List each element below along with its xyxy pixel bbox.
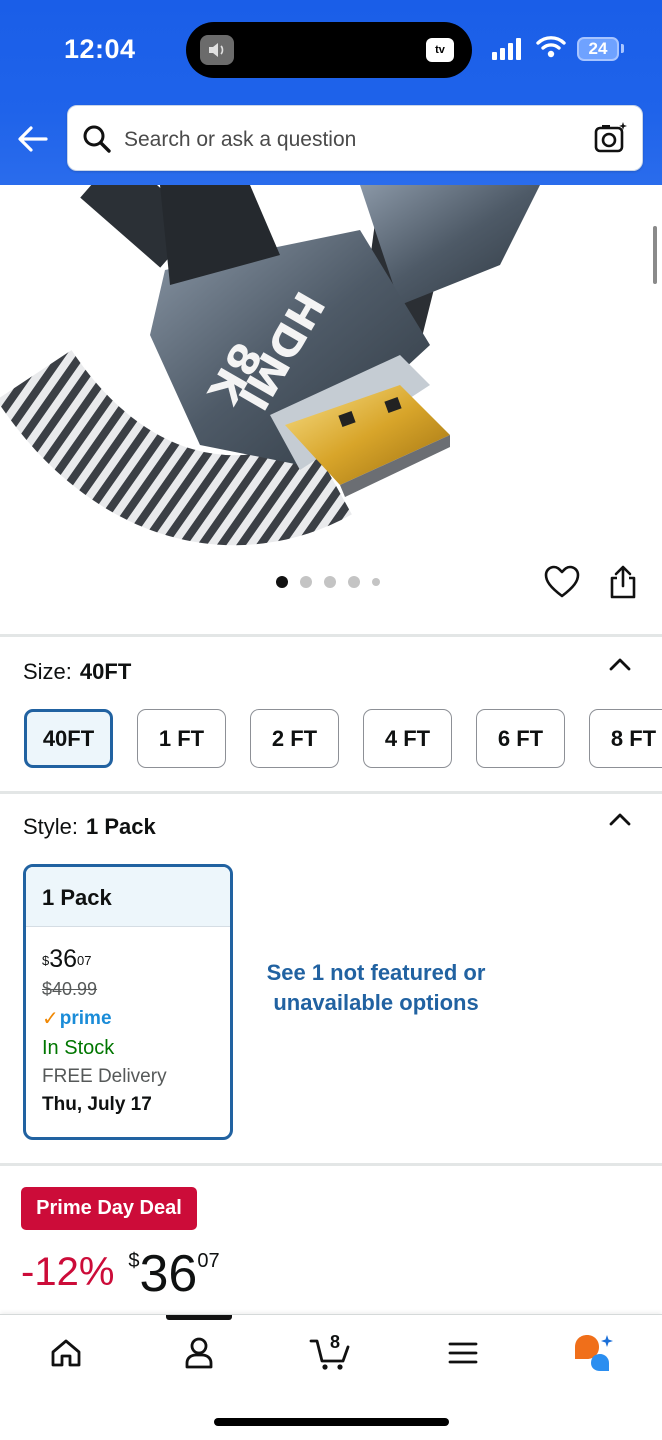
size-option-40ft[interactable]: 40FT (24, 709, 113, 768)
wifi-icon (536, 34, 566, 63)
chevron-up-icon[interactable] (608, 656, 632, 677)
deal-price-currency: $ (128, 1250, 140, 1272)
cellular-signal-icon (492, 38, 521, 60)
arrow-left-icon (18, 126, 48, 152)
speaker-icon (200, 35, 234, 65)
cart-count: 8 (329, 1332, 340, 1352)
size-option-2ft[interactable]: 2 FT (250, 709, 339, 768)
card-price-fraction: 07 (77, 953, 92, 968)
card-was-price: $40.99 (42, 979, 98, 999)
stock-status: In Stock (42, 1037, 115, 1059)
card-price: $3607 (42, 945, 214, 973)
pagination-dot[interactable] (300, 576, 312, 588)
card-price-whole: 36 (49, 945, 78, 973)
image-pagination[interactable] (276, 576, 380, 588)
pagination-dot-active[interactable] (276, 576, 288, 588)
search-bar[interactable]: Search or ask a question (67, 105, 643, 171)
dynamic-island: tv (186, 22, 472, 78)
deal-price-whole: 36 (139, 1245, 198, 1303)
style-label: Style: (23, 814, 79, 839)
product-image[interactable]: HDMI 8K (0, 185, 662, 565)
back-button[interactable] (16, 124, 52, 158)
size-selected-value: 40FT (79, 659, 132, 684)
battery-tip (621, 44, 624, 53)
size-option-4ft[interactable]: 4 FT (363, 709, 452, 768)
delivery-date: Thu, July 17 (42, 1094, 152, 1115)
card-price-currency: $ (42, 953, 50, 968)
style-card-title: 1 Pack (26, 867, 230, 927)
heart-icon[interactable] (544, 565, 580, 604)
nav-active-indicator (166, 1315, 232, 1320)
section-divider (0, 634, 662, 637)
scroll-indicator (653, 226, 657, 284)
size-row[interactable]: Size: 40FT (23, 659, 131, 685)
rufus-icon[interactable] (572, 1331, 616, 1375)
size-option-1ft[interactable]: 1 FT (137, 709, 226, 768)
deal-price-fraction: 07 (197, 1250, 220, 1272)
section-divider (0, 791, 662, 794)
style-option-card[interactable]: 1 Pack $3607 $40.99 ✓ prime In Stock FREE… (23, 864, 233, 1140)
prime-badge: ✓ prime (42, 1006, 214, 1031)
camera-search-icon[interactable] (594, 121, 628, 160)
battery-indicator: 24 (577, 37, 619, 61)
pagination-dot[interactable] (348, 576, 360, 588)
search-icon (82, 124, 112, 159)
see-unavailable-options-link[interactable]: See 1 not featured or unavailable option… (262, 958, 490, 1018)
battery-level: 24 (588, 39, 608, 58)
size-option-8ft[interactable]: 8 FT (589, 709, 662, 768)
chevron-up-icon[interactable] (608, 811, 632, 832)
delivery-label: FREE Delivery (42, 1066, 167, 1087)
pagination-dot[interactable] (324, 576, 336, 588)
app-header: 12:04 tv 24 Search or ask a question (0, 0, 662, 185)
deal-price: -12% $ 36 07 (21, 1246, 220, 1302)
size-option-6ft[interactable]: 6 FT (476, 709, 565, 768)
apple-tv-icon: tv (426, 38, 454, 62)
pagination-dot[interactable] (372, 578, 380, 586)
menu-icon[interactable] (441, 1331, 485, 1375)
size-options: 40FT 1 FT 2 FT 4 FT 6 FT 8 FT (24, 709, 662, 768)
style-selected-value: 1 Pack (86, 814, 156, 839)
prime-label: prime (59, 1007, 112, 1029)
home-icon[interactable] (44, 1331, 88, 1375)
apple-tv-label: tv (435, 44, 445, 56)
home-indicator (214, 1418, 449, 1426)
style-row[interactable]: Style: 1 Pack (23, 814, 156, 840)
size-label: Size: (23, 659, 72, 684)
account-icon[interactable] (177, 1331, 221, 1375)
status-time: 12:04 (64, 34, 136, 64)
search-input[interactable]: Search or ask a question (124, 128, 356, 152)
deal-badge: Prime Day Deal (21, 1187, 197, 1230)
prime-check-icon: ✓ (42, 1008, 59, 1030)
section-divider (0, 1163, 662, 1166)
share-icon[interactable] (607, 564, 639, 605)
discount-percent: -12% (21, 1250, 115, 1294)
